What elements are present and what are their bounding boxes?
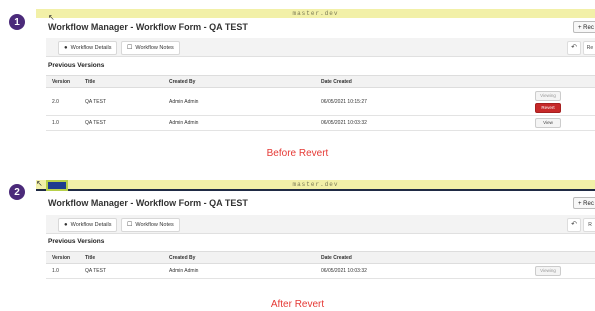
after-revert-panel: master.dev ↖ Workflow Manager - Workflow… — [36, 180, 595, 295]
viewing-button: Viewing — [535, 90, 561, 101]
before-revert-panel: master.dev ↖ Workflow Manager - Workflow… — [36, 9, 595, 157]
view-button[interactable]: View — [535, 118, 561, 128]
cell-date-created: 06/05/2021 10:15:27 — [315, 87, 529, 116]
workflow-tabs-bar: ● Workflow Details ☐ Workflow Notes ↶ Re — [46, 38, 595, 57]
section-title-previous-versions: Previous Versions — [48, 62, 105, 69]
record-button-label: Rec — [583, 25, 594, 31]
column-header-actions — [529, 75, 595, 88]
environment-banner: master.dev — [36, 9, 595, 18]
cell-title: QA TEST — [79, 115, 163, 131]
column-header-actions — [529, 251, 595, 264]
cell-date-created: 06/05/2021 10:03:32 — [315, 263, 529, 279]
cell-created-by: Admin Admin — [163, 115, 315, 131]
table-header-row: Version Title Created By Date Created — [46, 75, 595, 88]
table-row: 2.0 QA TEST Admin Admin 06/05/2021 10:15… — [46, 87, 595, 116]
tab-partial-right[interactable]: R — [583, 218, 595, 232]
tab-workflow-notes[interactable]: ☐ Workflow Notes — [121, 218, 180, 232]
table-row: 1.0 QA TEST Admin Admin 06/05/2021 10:03… — [46, 263, 595, 279]
tab-partial-right[interactable]: Re — [583, 41, 595, 55]
page-title: Workflow Manager - Workflow Form - QA TE… — [48, 22, 248, 32]
cell-created-by: Admin Admin — [163, 87, 315, 116]
column-header-version: Version — [46, 75, 79, 88]
tab-workflow-details[interactable]: ● Workflow Details — [58, 41, 118, 55]
column-header-title: Title — [79, 75, 163, 88]
record-button-label: Rec — [583, 201, 594, 207]
cell-actions: Viewing Revert — [529, 87, 595, 116]
column-header-version: Version — [46, 251, 79, 264]
cell-title: QA TEST — [79, 87, 163, 116]
tab-workflow-details[interactable]: ● Workflow Details — [58, 218, 118, 232]
section-title-previous-versions: Previous Versions — [48, 238, 105, 245]
tab-label: Workflow Notes — [135, 45, 174, 51]
viewing-button: Viewing — [535, 266, 561, 276]
table-header-row: Version Title Created By Date Created — [46, 251, 595, 264]
record-button[interactable]: + Rec — [573, 21, 595, 33]
column-header-date-created: Date Created — [315, 75, 529, 88]
step-badge-1: 1 — [9, 14, 25, 30]
cell-version: 1.0 — [46, 263, 79, 279]
caption-after-revert: After Revert — [270, 299, 325, 310]
mouse-cursor-icon: ↖ — [48, 13, 55, 22]
mouse-cursor-icon: ↖ — [36, 180, 43, 188]
history-icon[interactable]: ↶ — [567, 218, 581, 232]
record-button[interactable]: + Rec — [573, 197, 595, 209]
cell-version: 1.0 — [46, 115, 79, 131]
workflow-tabs-bar: ● Workflow Details ☐ Workflow Notes ↶ R — [46, 215, 595, 234]
column-header-date-created: Date Created — [315, 251, 529, 264]
previous-versions-table: Version Title Created By Date Created 1.… — [46, 251, 595, 279]
table-row: 1.0 QA TEST Admin Admin 06/05/2021 10:03… — [46, 115, 595, 131]
step-badge-2: 2 — [9, 184, 25, 200]
history-icon[interactable]: ↶ — [567, 41, 581, 55]
tab-label: Workflow Details — [70, 45, 112, 51]
tab-workflow-notes[interactable]: ☐ Workflow Notes — [121, 41, 180, 55]
note-icon: ☐ — [127, 45, 133, 51]
caption-before-revert: Before Revert — [266, 148, 329, 159]
column-header-created-by: Created By — [163, 75, 315, 88]
cell-title: QA TEST — [79, 263, 163, 279]
tab-label: Workflow Details — [70, 222, 112, 228]
cell-actions: View — [529, 115, 595, 131]
cell-date-created: 06/05/2021 10:03:32 — [315, 115, 529, 131]
revert-button[interactable]: Revert — [535, 102, 561, 113]
info-icon: ● — [64, 45, 68, 51]
info-icon: ● — [64, 222, 68, 228]
cell-created-by: Admin Admin — [163, 263, 315, 279]
column-header-title: Title — [79, 251, 163, 264]
page-title: Workflow Manager - Workflow Form - QA TE… — [48, 198, 248, 208]
note-icon: ☐ — [127, 222, 133, 228]
column-header-created-by: Created By — [163, 251, 315, 264]
previous-versions-table: Version Title Created By Date Created 2.… — [46, 75, 595, 131]
app-logo — [46, 180, 68, 191]
cell-version: 2.0 — [46, 87, 79, 116]
environment-banner: master.dev — [36, 180, 595, 191]
cell-actions: Viewing — [529, 263, 595, 279]
tab-label: Workflow Notes — [135, 222, 174, 228]
